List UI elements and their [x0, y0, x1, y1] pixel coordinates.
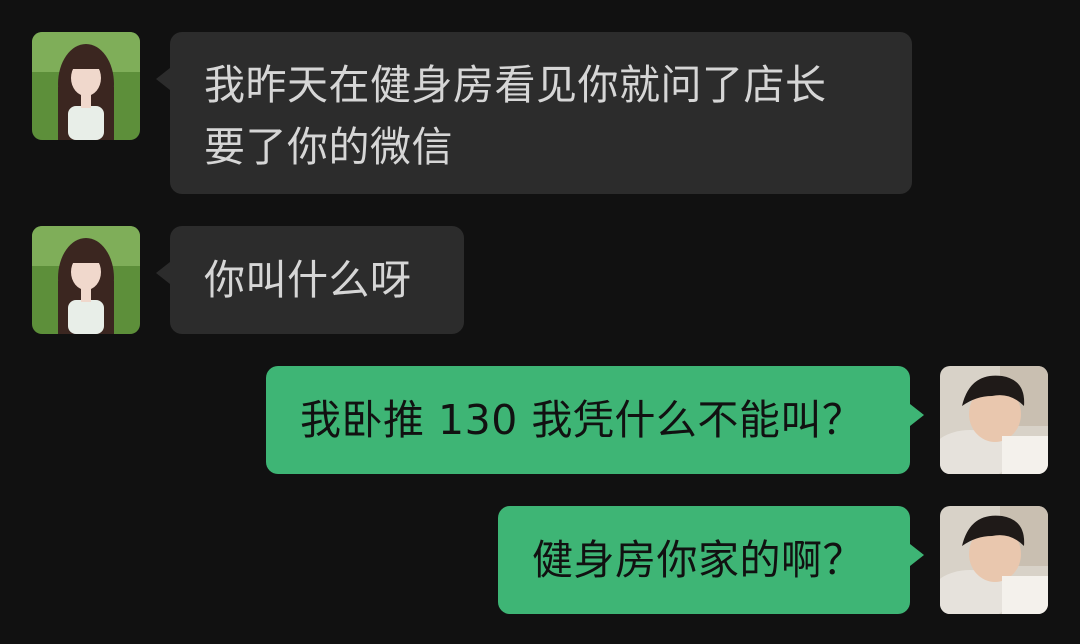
- incoming-message-bubble[interactable]: 你叫什么呀: [156, 226, 464, 334]
- message-text-line: 我昨天在健身房看见你就问了店长: [204, 61, 827, 109]
- chat-conversation: 我昨天在健身房看见你就问了店长 要了你的微信 你叫什么呀 我卧推 130 我凭什…: [0, 0, 1080, 644]
- outgoing-message-bubble[interactable]: 健身房你家的啊？: [498, 506, 924, 614]
- message-text-line: 我卧推 130 我凭什么不能叫？: [300, 396, 864, 444]
- boy-photo-avatar-icon: [940, 366, 1048, 474]
- contact-avatar[interactable]: [32, 226, 140, 334]
- message-text-line: 健身房你家的啊？: [532, 536, 864, 584]
- my-avatar[interactable]: [940, 506, 1048, 614]
- outgoing-message-bubble[interactable]: 我卧推 130 我凭什么不能叫？: [266, 366, 924, 474]
- girl-photo-avatar-icon: [32, 226, 140, 334]
- girl-photo-avatar-icon: [32, 32, 140, 140]
- my-avatar[interactable]: [940, 366, 1048, 474]
- contact-avatar[interactable]: [32, 32, 140, 140]
- message-text-line: 要了你的微信: [204, 123, 453, 171]
- incoming-message-bubble[interactable]: 我昨天在健身房看见你就问了店长 要了你的微信: [156, 32, 912, 194]
- message-text-line: 你叫什么呀: [204, 256, 412, 304]
- boy-photo-avatar-icon: [940, 506, 1048, 614]
